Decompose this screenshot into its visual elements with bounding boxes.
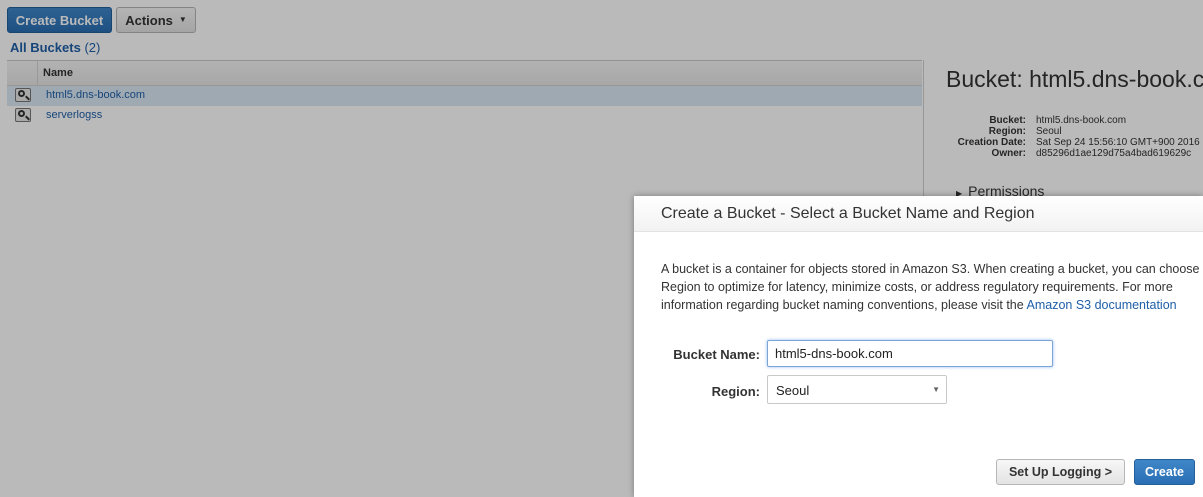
region-selected-value: Seoul <box>776 383 810 398</box>
create-bucket-dialog: Create a Bucket - Select a Bucket Name a… <box>634 196 1203 497</box>
set-up-logging-label: Set Up Logging > <box>1008 465 1113 479</box>
create-button[interactable]: Create <box>1134 459 1195 485</box>
set-up-logging-button[interactable]: Set Up Logging > <box>996 459 1125 485</box>
s3-documentation-link[interactable]: Amazon S3 documentation <box>1027 298 1177 312</box>
region-select[interactable]: Seoul ▼ <box>767 375 947 404</box>
bucket-name-label: Bucket Name: <box>673 347 760 362</box>
description-text: information regarding bucket naming conv… <box>661 298 1027 312</box>
bucket-name-input[interactable] <box>767 340 1053 367</box>
description-line: information regarding bucket naming conv… <box>661 296 1203 314</box>
chevron-down-icon: ▼ <box>932 385 940 394</box>
description-line: Region to optimize for latency, minimize… <box>661 280 1173 294</box>
create-button-label: Create <box>1145 465 1184 479</box>
dialog-header: Create a Bucket - Select a Bucket Name a… <box>634 196 1203 232</box>
dialog-description: A bucket is a container for objects stor… <box>661 260 1203 314</box>
region-label: Region: <box>711 384 760 399</box>
description-line: A bucket is a container for objects stor… <box>661 262 1203 276</box>
dialog-title: Create a Bucket - Select a Bucket Name a… <box>661 205 1035 222</box>
